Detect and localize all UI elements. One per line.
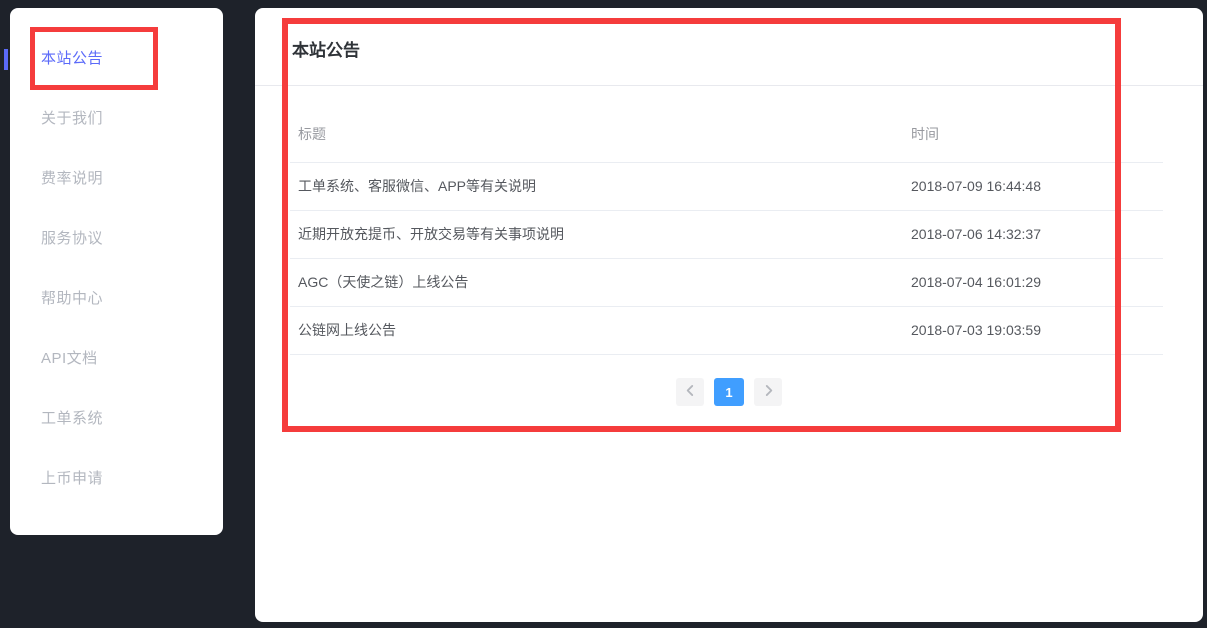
pagination-prev-button[interactable] <box>676 378 704 406</box>
sidebar-item[interactable]: API文档 <box>10 329 223 389</box>
table-row: AGC（天使之链）上线公告 2018-07-04 16:01:29 <box>290 258 1163 306</box>
sidebar-item[interactable]: 费率说明 <box>10 149 223 209</box>
table-row: 工单系统、客服微信、APP等有关说明 2018-07-09 16:44:48 <box>290 162 1163 210</box>
row-time: 2018-07-03 19:03:59 <box>903 306 1163 354</box>
sidebar-item-label: 本站公告 <box>41 50 103 67</box>
pagination: 1 <box>255 378 1203 406</box>
pagination-page-1[interactable]: 1 <box>714 378 744 406</box>
sidebar-item[interactable]: 帮助中心 <box>10 269 223 329</box>
row-title[interactable]: 公链网上线公告 <box>290 306 903 354</box>
sidebar-nav: 本站公告 关于我们 费率说明 服务协议 帮助中心 API文档 工单系统 上币申请 <box>10 8 223 535</box>
sidebar-item-label: 服务协议 <box>41 230 103 247</box>
sidebar-item-label: 关于我们 <box>41 110 103 127</box>
table-row: 公链网上线公告 2018-07-03 19:03:59 <box>290 306 1163 354</box>
title-divider <box>255 85 1203 86</box>
sidebar-item[interactable]: 服务协议 <box>10 209 223 269</box>
sidebar-item-label: 费率说明 <box>41 170 103 187</box>
page-background: 本站公告 关于我们 费率说明 服务协议 帮助中心 API文档 工单系统 上币申请… <box>0 0 1207 628</box>
row-title[interactable]: 工单系统、客服微信、APP等有关说明 <box>290 162 903 210</box>
sidebar-item-label: 帮助中心 <box>41 290 103 307</box>
row-time: 2018-07-09 16:44:48 <box>903 162 1163 210</box>
announcement-table: 标题 时间 工单系统、客服微信、APP等有关说明 2018-07-09 16:4… <box>290 106 1163 355</box>
sidebar-item-label: API文档 <box>41 350 98 367</box>
sidebar-item[interactable]: 本站公告 <box>10 29 223 89</box>
pagination-next-button[interactable] <box>754 378 782 406</box>
row-time: 2018-07-04 16:01:29 <box>903 258 1163 306</box>
panel-title: 本站公告 <box>292 39 360 63</box>
sidebar-item[interactable]: 上币申请 <box>10 449 223 509</box>
column-header-time: 时间 <box>903 106 1163 162</box>
sidebar-active-indicator <box>4 49 8 70</box>
announcement-table-body: 工单系统、客服微信、APP等有关说明 2018-07-09 16:44:48 近… <box>290 162 1163 354</box>
announcement-panel: 本站公告 标题 时间 工单系统、客服微信、APP等有关说明 2018-07-09… <box>255 8 1203 622</box>
sidebar-item[interactable]: 工单系统 <box>10 389 223 449</box>
sidebar-item[interactable]: 关于我们 <box>10 89 223 149</box>
column-header-title: 标题 <box>290 106 903 162</box>
row-title[interactable]: 近期开放充提币、开放交易等有关事项说明 <box>290 210 903 258</box>
row-time: 2018-07-06 14:32:37 <box>903 210 1163 258</box>
chevron-right-icon <box>762 384 775 400</box>
sidebar-item-label: 上币申请 <box>41 470 103 487</box>
sidebar-item-label: 工单系统 <box>41 410 103 427</box>
table-row: 近期开放充提币、开放交易等有关事项说明 2018-07-06 14:32:37 <box>290 210 1163 258</box>
chevron-left-icon <box>684 384 697 400</box>
row-title[interactable]: AGC（天使之链）上线公告 <box>290 258 903 306</box>
table-header-row: 标题 时间 <box>290 106 1163 162</box>
